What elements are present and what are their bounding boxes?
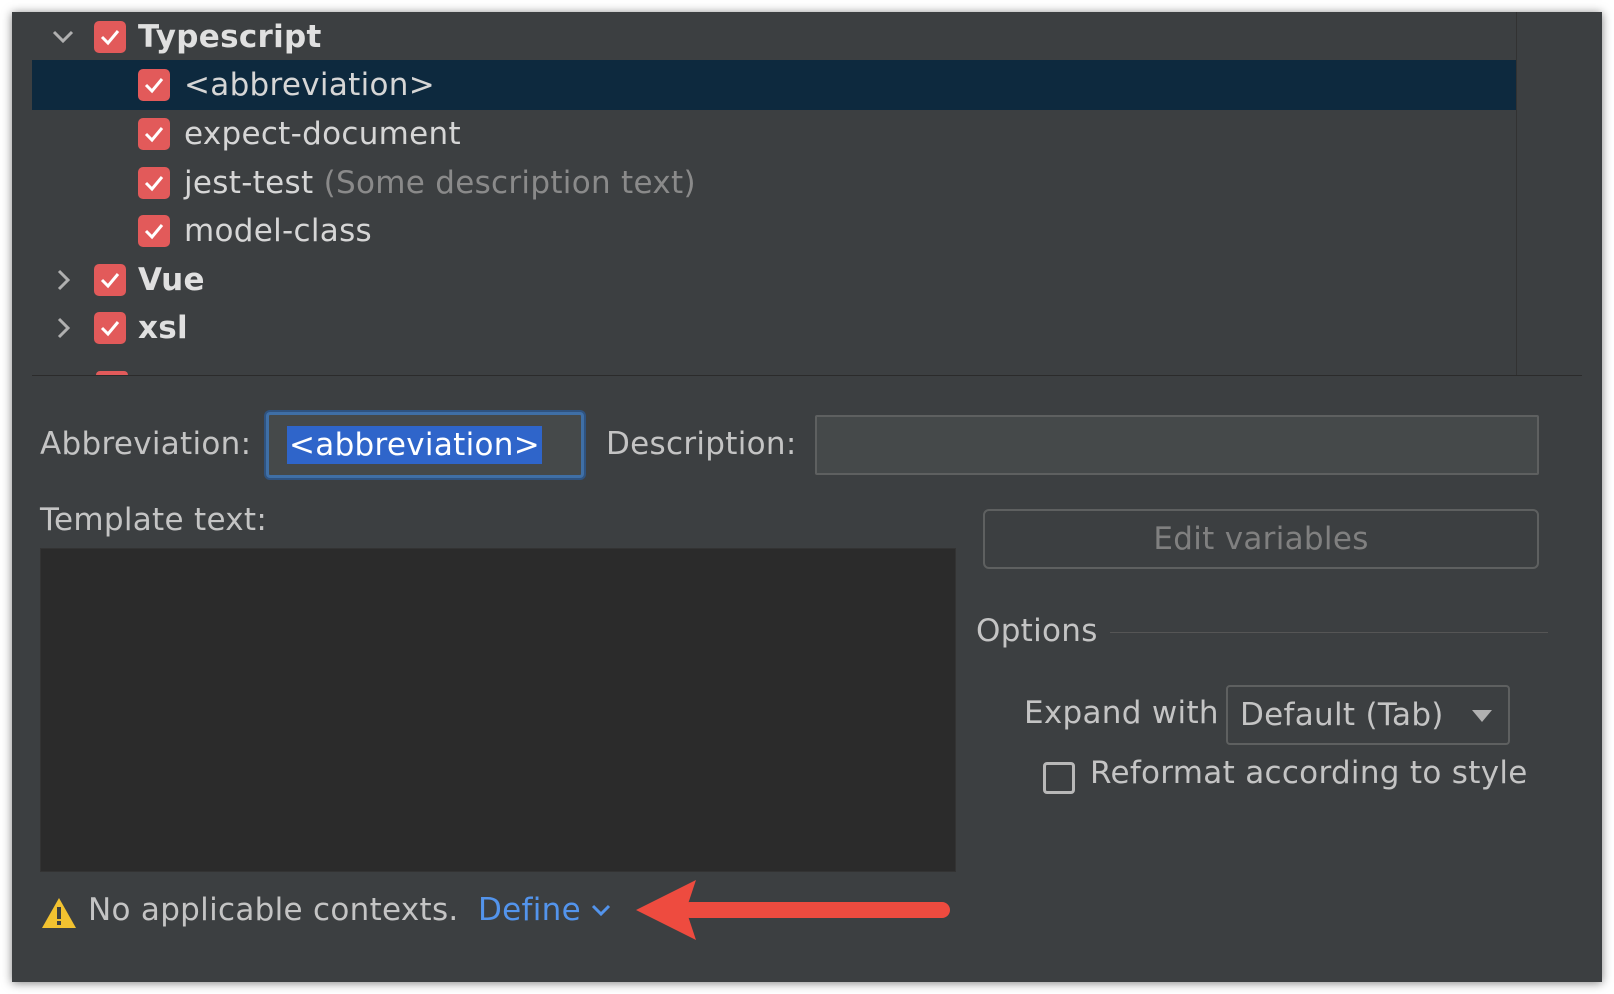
template-text-editor[interactable] (40, 548, 956, 872)
tree-scrollbar[interactable] (1516, 12, 1582, 375)
tree-item-abbreviation[interactable]: <abbreviation> (32, 60, 1516, 110)
reformat-checkbox[interactable] (1043, 762, 1075, 794)
options-separator (1110, 632, 1548, 633)
check-icon (144, 176, 164, 192)
tree-item-expect-document[interactable]: expect-document (32, 109, 1516, 159)
tree-item-model-class[interactable]: model-class (32, 206, 1516, 256)
chevron-right-icon[interactable] (48, 265, 78, 295)
next-row-checkbox-partial (96, 371, 128, 375)
tree-group-label: Vue (138, 262, 205, 298)
jest-test-checkbox[interactable] (138, 167, 170, 199)
tree-group-vue[interactable]: Vue (32, 255, 1516, 305)
typescript-checkbox[interactable] (94, 21, 126, 53)
define-link[interactable]: Define (478, 892, 613, 928)
define-label: Define (478, 892, 581, 928)
no-contexts-warning: No applicable contexts. (88, 892, 459, 928)
description-input[interactable] (815, 415, 1539, 475)
warning-icon (40, 896, 78, 934)
check-icon (100, 30, 120, 46)
abbreviation-checkbox[interactable] (138, 69, 170, 101)
tree-group-typescript[interactable]: Typescript (32, 12, 1516, 62)
tree-group-label: Typescript (138, 19, 322, 55)
check-icon (144, 224, 164, 240)
expand-with-select[interactable]: Default (Tab) (1226, 685, 1510, 745)
tree-item-jest-test[interactable]: jest-test (Some description text) (32, 158, 1516, 208)
edit-variables-button[interactable]: Edit variables (983, 509, 1539, 569)
chevron-down-icon (591, 904, 611, 917)
tree-group-label: xsl (138, 310, 188, 346)
live-templates-dialog: Typescript <abbreviation> expect-documen… (12, 12, 1602, 982)
reformat-label[interactable]: Reformat according to style (1090, 755, 1528, 791)
tree-group-xsl[interactable]: xsl (32, 303, 1516, 353)
edit-variables-label: Edit variables (1153, 521, 1369, 557)
expand-with-label: Expand with (1024, 695, 1219, 731)
dropdown-arrow-icon (1472, 710, 1492, 722)
abbreviation-label: Abbreviation: (40, 426, 252, 462)
model-class-checkbox[interactable] (138, 215, 170, 247)
abbreviation-input-value: <abbreviation> (287, 426, 542, 464)
xsl-checkbox[interactable] (94, 312, 126, 344)
abbreviation-input[interactable]: <abbreviation> (266, 412, 584, 478)
tree-item-label: expect-document (184, 116, 461, 152)
expect-document-checkbox[interactable] (138, 118, 170, 150)
check-icon (100, 321, 120, 337)
check-icon (100, 273, 120, 289)
description-label: Description: (606, 426, 797, 462)
annotation-arrow (636, 880, 950, 940)
expand-with-value: Default (Tab) (1240, 697, 1444, 733)
template-text-label: Template text: (40, 502, 268, 538)
chevron-down-icon[interactable] (48, 22, 78, 52)
tree-item-name: jest-test (184, 165, 314, 201)
tree-item-label: <abbreviation> (184, 67, 435, 103)
tree-item-label: jest-test (Some description text) (184, 165, 696, 201)
options-heading: Options (976, 613, 1098, 649)
templates-tree: Typescript <abbreviation> expect-documen… (32, 12, 1582, 376)
check-icon (144, 78, 164, 94)
vue-checkbox[interactable] (94, 264, 126, 296)
tree-item-label: model-class (184, 213, 372, 249)
chevron-right-icon[interactable] (48, 313, 78, 343)
tree-item-description: (Some description text) (323, 165, 696, 201)
check-icon (144, 127, 164, 143)
